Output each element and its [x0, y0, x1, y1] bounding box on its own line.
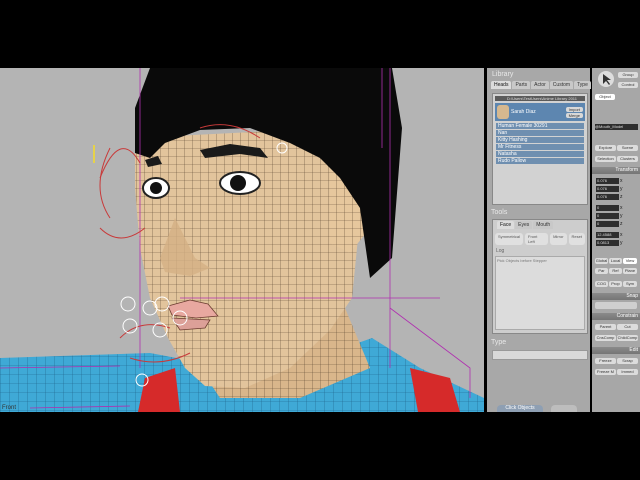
- explore-button[interactable]: Explore: [595, 145, 616, 151]
- click-objects-button[interactable]: Click Objects: [497, 405, 543, 412]
- viewport-label: Front: [2, 405, 17, 411]
- transform-field[interactable]: 0.0813: [596, 240, 619, 246]
- snap-toolbar[interactable]: [595, 302, 637, 309]
- snap-header[interactable]: Snap: [592, 293, 640, 300]
- list-item[interactable]: Mr Fitness: [496, 144, 584, 150]
- axis-label: z: [620, 194, 623, 200]
- scrap-button[interactable]: Scrap: [617, 358, 638, 364]
- list-item[interactable]: Kitty Hashing: [496, 137, 584, 143]
- log-text: Pick Objects before Stepper: [497, 258, 547, 263]
- library-title: Library: [492, 71, 514, 78]
- list-item[interactable]: Nan: [496, 130, 584, 136]
- prop-button[interactable]: Prop: [609, 281, 622, 287]
- head-model-render[interactable]: [0, 68, 484, 412]
- secondary-button[interactable]: [551, 405, 577, 412]
- par-button[interactable]: Par: [595, 268, 608, 274]
- cut-button[interactable]: Cut: [617, 324, 638, 330]
- control-button[interactable]: Control: [618, 82, 638, 88]
- view-button[interactable]: View: [623, 258, 637, 264]
- plane-button[interactable]: Plane: [623, 268, 637, 274]
- selection-button[interactable]: Selection: [595, 156, 616, 162]
- tools-panel: Face Eyes Mouth Symmetrical Front Left M…: [492, 219, 588, 334]
- transform-field[interactable]: 0: [596, 213, 619, 219]
- reset-button[interactable]: Reset: [568, 233, 585, 245]
- childcomp-button[interactable]: ChildComp: [617, 335, 638, 341]
- tab-actor[interactable]: Actor: [531, 81, 549, 89]
- axis-label: x: [620, 205, 623, 211]
- axis-label: x: [620, 178, 623, 184]
- transform-field[interactable]: 0: [596, 205, 619, 211]
- clusters-button[interactable]: Clusters: [617, 156, 638, 162]
- freeze-m-button[interactable]: Freeze M: [595, 369, 616, 375]
- cnscomp-button[interactable]: CnsComp: [595, 335, 616, 341]
- group-button[interactable]: Group: [618, 72, 638, 78]
- transform-field[interactable]: 12.4588: [596, 232, 619, 238]
- symmetrical-button[interactable]: Symmetrical: [495, 233, 524, 245]
- tab-custom[interactable]: Custom: [549, 81, 574, 89]
- import-button[interactable]: Import: [565, 106, 583, 112]
- tab-type[interactable]: Type: [574, 81, 591, 89]
- axis-label: x: [620, 232, 623, 238]
- list-item[interactable]: Natasha: [496, 151, 584, 157]
- transform-field[interactable]: 0.076: [596, 178, 619, 184]
- axis-label: z: [620, 221, 623, 227]
- front-left-button[interactable]: Front Left: [525, 233, 549, 245]
- edit-header[interactable]: Edit: [592, 347, 640, 354]
- transform-field[interactable]: 0: [596, 221, 619, 227]
- axis-label: y: [620, 186, 623, 192]
- mirror-button[interactable]: Mirror: [550, 233, 567, 245]
- sym-button[interactable]: Sym: [623, 281, 637, 287]
- transform-field[interactable]: 0.076: [596, 194, 619, 200]
- list-item[interactable]: Rudo Pallow: [496, 158, 584, 164]
- cog-button[interactable]: COG: [595, 281, 608, 287]
- object-name-field[interactable]: @Mouth_Model: [595, 124, 638, 130]
- scene-button[interactable]: Scene: [617, 145, 638, 151]
- tools-buttons: Symmetrical Front Left Mirror Reset: [493, 230, 587, 248]
- global-button[interactable]: Global: [595, 258, 608, 264]
- library-path[interactable]: D:\Users\TestUsers\Anime Library 2011: [495, 96, 585, 101]
- transform-header[interactable]: Transform: [592, 167, 640, 174]
- ref-button[interactable]: Ref: [609, 268, 622, 274]
- axis-label: y: [620, 213, 623, 219]
- tab-mouth[interactable]: Mouth: [533, 221, 554, 229]
- tools-title: Tools: [491, 209, 508, 216]
- merge-button[interactable]: Merge: [565, 112, 583, 118]
- transform-field[interactable]: 0.076: [596, 186, 619, 192]
- tab-face[interactable]: Face: [497, 221, 515, 229]
- selected-head-name: Sarah Diaz: [511, 109, 536, 115]
- parent-button[interactable]: Parent: [595, 324, 616, 330]
- library-list: Human Female 30291 Nan Kitty Hashing Mr …: [496, 123, 584, 164]
- object-button[interactable]: Object: [595, 94, 615, 100]
- type-field[interactable]: [492, 350, 588, 360]
- tools-tabs: Face Eyes Mouth: [493, 220, 587, 230]
- selected-head-item[interactable]: Sarah Diaz Import Merge: [495, 103, 585, 121]
- axis-label: y: [620, 240, 623, 246]
- type-title: Type: [491, 339, 507, 346]
- library-tabs: Heads Parts Actor Custom Type: [487, 80, 591, 90]
- log-label: Log: [496, 248, 505, 254]
- immed-button[interactable]: Immed: [617, 369, 638, 375]
- tab-heads[interactable]: Heads: [491, 81, 512, 89]
- tab-parts[interactable]: Parts: [512, 81, 531, 89]
- constrain-header[interactable]: Constrain: [592, 313, 640, 320]
- tab-eyes[interactable]: Eyes: [515, 221, 533, 229]
- 3d-viewport[interactable]: Front: [0, 68, 484, 412]
- property-panel: Group Control Object @Mouth_Model Explor…: [592, 68, 640, 412]
- freeze-button[interactable]: Freeze: [595, 358, 616, 364]
- head-thumbnail: [497, 105, 509, 119]
- list-item[interactable]: Human Female 30291: [496, 123, 584, 129]
- log-box: Pick Objects before Stepper: [495, 256, 585, 330]
- right-strap: [410, 368, 460, 412]
- cursor-tool-icon[interactable]: [598, 71, 614, 87]
- local-button[interactable]: Local: [609, 258, 622, 264]
- library-content: D:\Users\TestUsers\Anime Library 2011 Sa…: [492, 93, 588, 205]
